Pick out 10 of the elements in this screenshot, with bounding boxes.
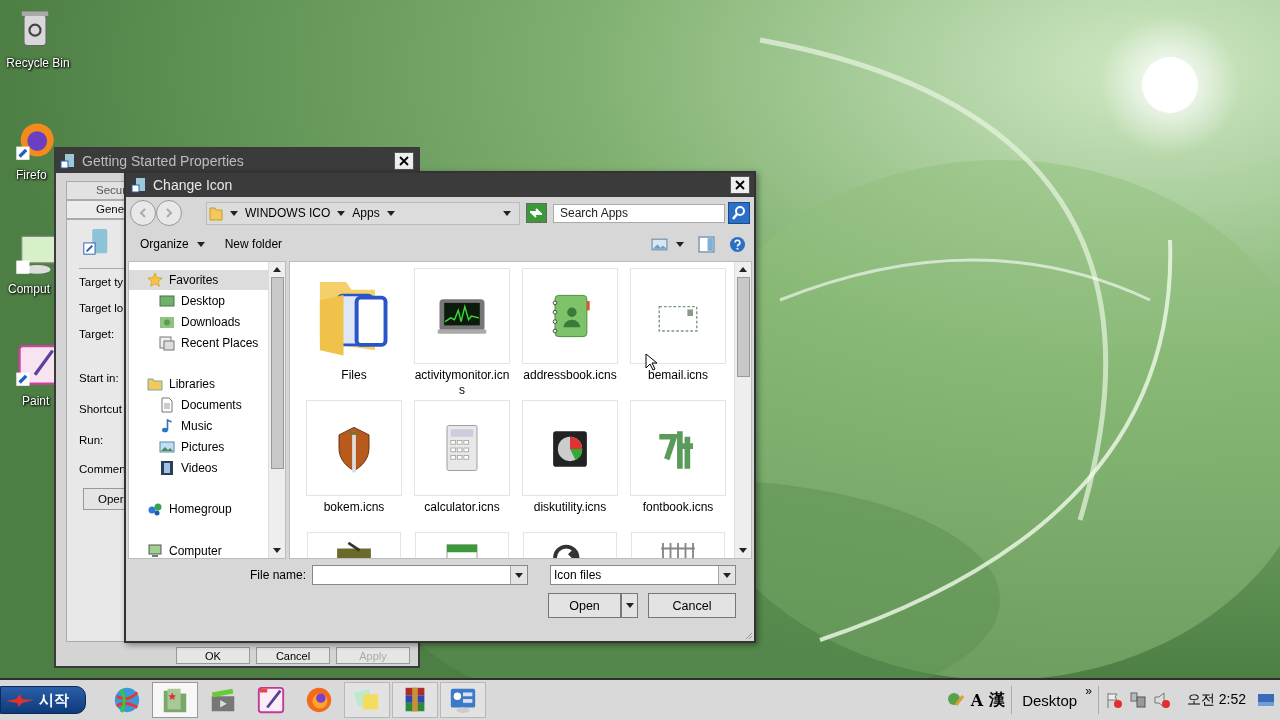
field-label: Target lo — [79, 302, 124, 314]
field-label: Commen — [79, 463, 126, 475]
field-label: Run: — [79, 434, 104, 446]
field-label: Start in: — [79, 372, 119, 384]
field-label: Shortcut — [79, 403, 122, 415]
field-label: Target: — [79, 328, 115, 340]
window-title: Getting Started Properties — [82, 153, 244, 169]
window-title: Change Icon — [153, 177, 233, 193]
field-label: File name: — [249, 568, 306, 582]
field-label: Target ty — [79, 276, 124, 288]
